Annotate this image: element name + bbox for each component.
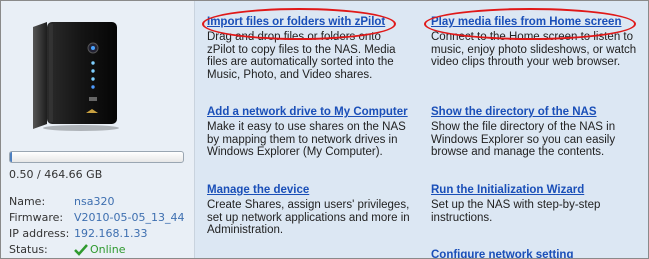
manage-device-link[interactable]: Manage the device bbox=[207, 184, 412, 196]
device-info-row: IP address: 192.168.1.33 bbox=[9, 226, 184, 242]
task-import: Import files or folders with zPilot Drag… bbox=[207, 16, 412, 81]
device-panel: 0.50 / 464.66 GB Name: nsa320 Firmware: … bbox=[1, 1, 195, 258]
task-directory: Show the directory of the NAS Show the f… bbox=[431, 106, 646, 159]
task-manage: Manage the device Create Shares, assign … bbox=[207, 184, 412, 237]
nas-device-image bbox=[33, 22, 119, 131]
ip-address-value: 192.168.1.33 bbox=[74, 227, 148, 240]
task-wizard: Run the Initialization Wizard Set up the… bbox=[431, 184, 646, 224]
tasks-panel: Import files or folders with zPilot Drag… bbox=[195, 1, 648, 258]
zpilot-window: 0.50 / 464.66 GB Name: nsa320 Firmware: … bbox=[0, 0, 649, 259]
import-files-desc: Drag and drop files or folders onto zPil… bbox=[207, 31, 396, 81]
check-icon bbox=[74, 244, 88, 256]
network-setting-link[interactable]: Configure network setting bbox=[431, 249, 646, 258]
status-text: Online bbox=[90, 243, 126, 256]
ip-address-label: IP address: bbox=[9, 227, 70, 240]
firmware-value: V2010-05-05_13_44 bbox=[74, 211, 185, 224]
import-files-link[interactable]: Import files or folders with zPilot bbox=[207, 16, 412, 28]
initialization-wizard-desc: Set up the NAS with step-by-step instruc… bbox=[431, 199, 601, 224]
device-info-row: Firmware: V2010-05-05_13_44 bbox=[9, 210, 184, 226]
name-value: nsa320 bbox=[74, 195, 115, 208]
status-label: Status: bbox=[9, 243, 48, 256]
storage-usage-bar bbox=[9, 151, 184, 163]
device-info-row: Name: nsa320 bbox=[9, 194, 184, 210]
task-network-setting: Configure network setting bbox=[431, 249, 646, 258]
manage-device-desc: Create Shares, assign users' privileges,… bbox=[207, 199, 410, 236]
name-label: Name: bbox=[9, 195, 46, 208]
task-network-drive: Add a network drive to My Computer Make … bbox=[207, 106, 412, 159]
show-directory-desc: Show the file directory of the NAS in Wi… bbox=[431, 121, 616, 158]
device-info-row: Status: Online bbox=[9, 242, 184, 258]
initialization-wizard-link[interactable]: Run the Initialization Wizard bbox=[431, 184, 646, 196]
status-value: Online bbox=[74, 242, 184, 258]
firmware-label: Firmware: bbox=[9, 211, 64, 224]
task-play-media: Play media files from Home screen Connec… bbox=[431, 16, 646, 69]
play-media-desc: Connect to the Home screen to listen to … bbox=[431, 31, 637, 68]
add-network-drive-link[interactable]: Add a network drive to My Computer bbox=[207, 106, 412, 118]
add-network-drive-desc: Make it easy to use shares on the NAS by… bbox=[207, 121, 406, 158]
play-media-link[interactable]: Play media files from Home screen bbox=[431, 16, 646, 28]
storage-usage-fill bbox=[10, 152, 12, 162]
storage-usage-text: 0.50 / 464.66 GB bbox=[9, 168, 103, 181]
device-info-table: Name: nsa320 Firmware: V2010-05-05_13_44… bbox=[9, 194, 184, 258]
show-directory-link[interactable]: Show the directory of the NAS bbox=[431, 106, 646, 118]
